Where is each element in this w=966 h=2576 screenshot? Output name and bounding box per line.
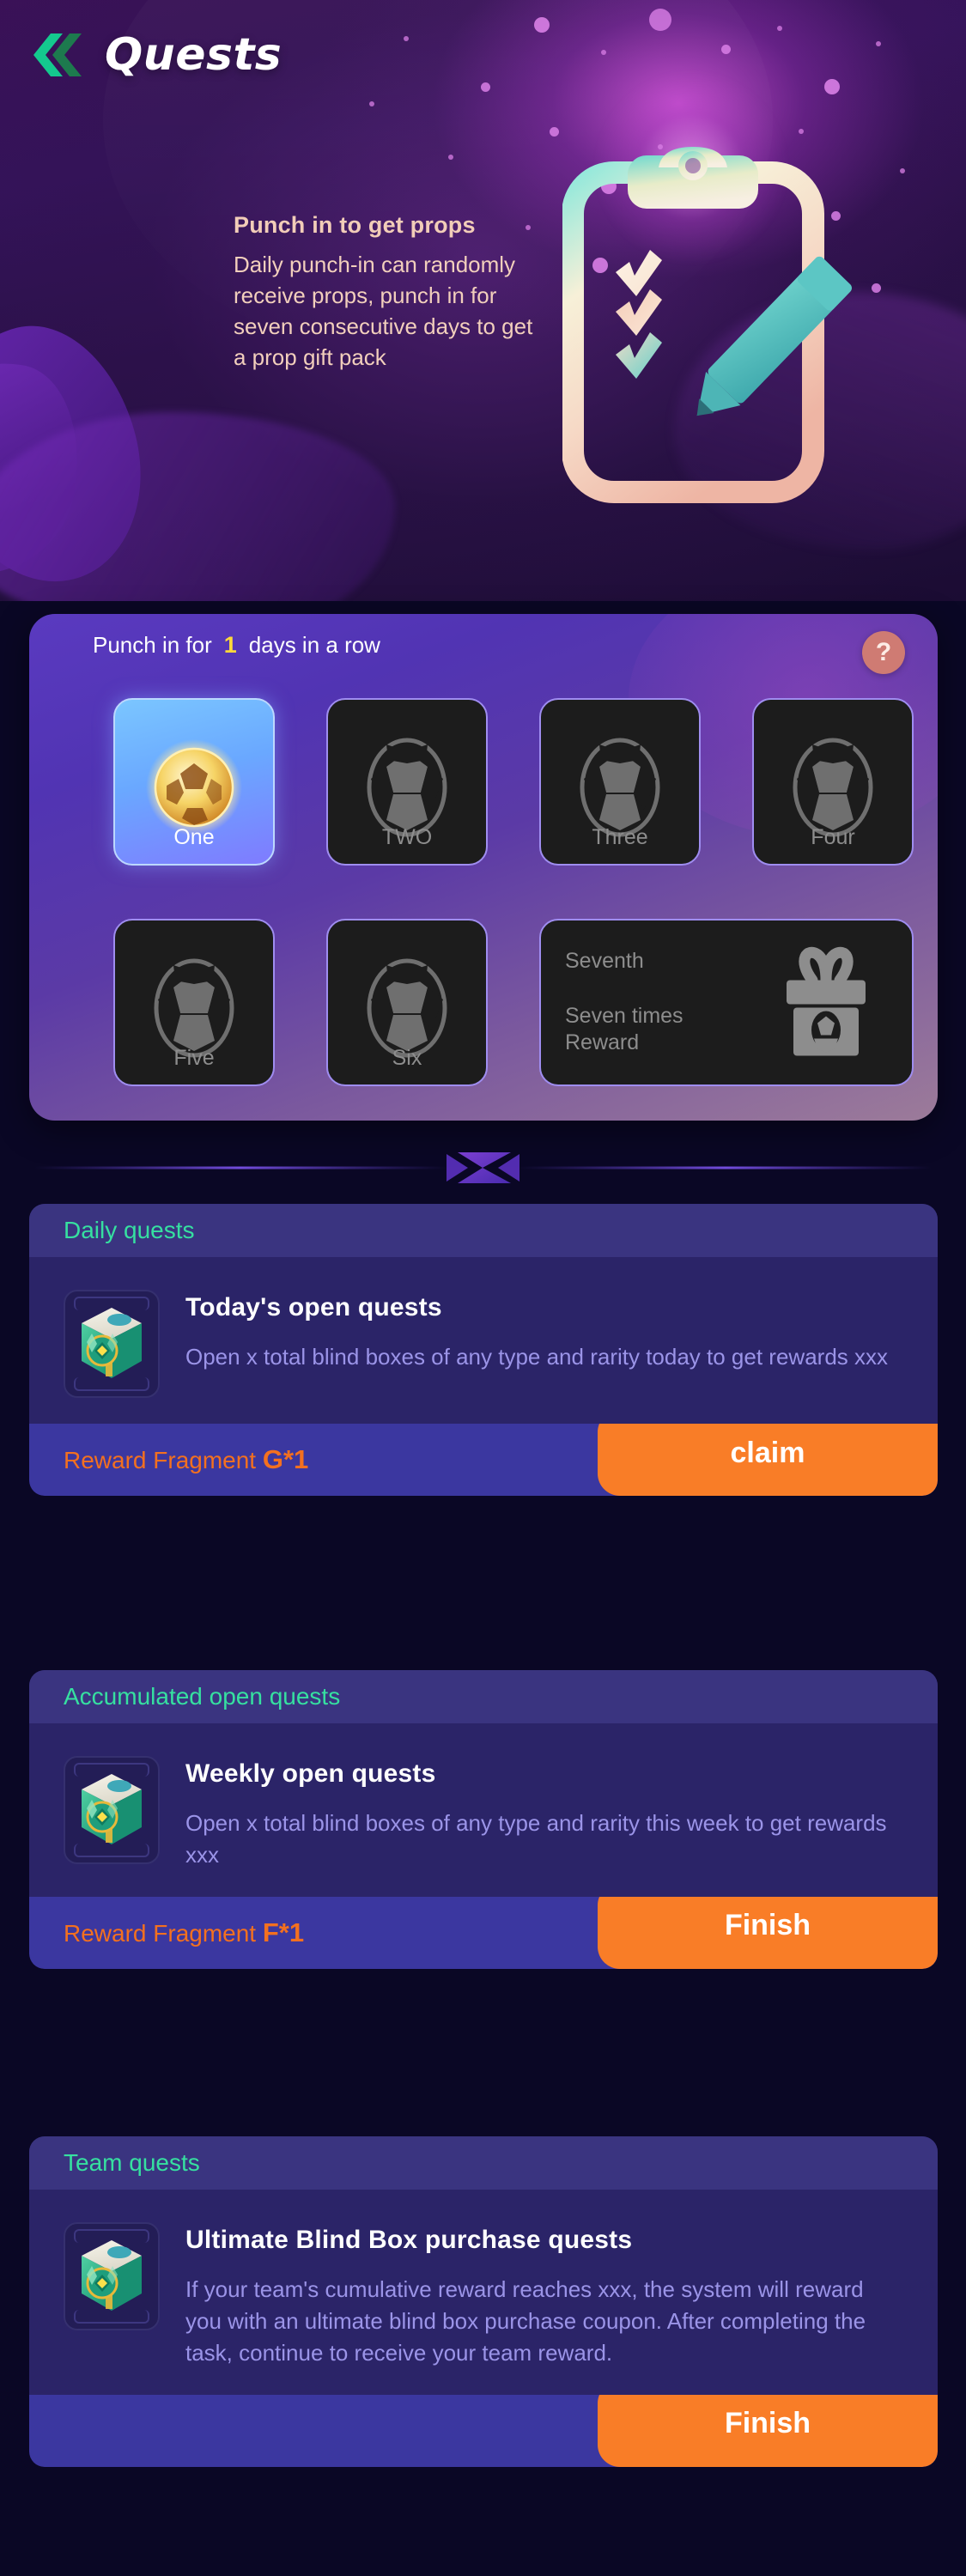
quest-section-daily: Daily quests Today's open quests Open x …	[29, 1204, 938, 1496]
quest-reward-bar: Reward Fragment G*1 claim	[29, 1424, 938, 1496]
quest-reward-label: Reward Fragment G*1	[29, 1444, 308, 1475]
quest-section-accumulated: Accumulated open quests Weekly open ques…	[29, 1670, 938, 1969]
bokeh-dot	[448, 155, 453, 160]
finish-button[interactable]: Finish	[598, 2394, 938, 2467]
blind-box-icon	[82, 1774, 142, 1844]
day-card-six[interactable]: Six	[326, 919, 488, 1086]
day-label: Four	[811, 825, 855, 849]
quest-section-team: Team quests Ultimate Blind Box purchase …	[29, 2136, 938, 2467]
punch-in-count: 1	[223, 631, 237, 658]
quest-reward-label: Reward Fragment F*1	[29, 1917, 304, 1948]
quest-title: Ultimate Blind Box purchase quests	[185, 2226, 633, 2254]
seventh-subtitle: Seven times Reward	[565, 1003, 683, 1057]
blind-box-icon	[82, 2240, 142, 2311]
quest-title: Weekly open quests	[185, 1759, 436, 1788]
day-label: Five	[173, 1046, 215, 1070]
quest-text: Today's open quests Open x total blind b…	[185, 1290, 903, 1398]
seventh-subtitle-line2: Reward	[565, 1030, 640, 1054]
quest-description: Open x total blind boxes of any type and…	[185, 1344, 888, 1370]
seventh-title: Seventh	[565, 948, 644, 973]
quest-description: Open x total blind boxes of any type and…	[185, 1810, 887, 1868]
reward-value-text: F*1	[262, 1917, 305, 1947]
punch-in-day-grid: One TWO Three Four Five Six Seventh Seve…	[113, 698, 914, 1086]
bokeh-dot	[799, 129, 804, 134]
promo-title: Punch in to get props	[234, 212, 476, 238]
punch-in-status: Punch in for 1 days in a row	[93, 632, 380, 659]
bokeh-dot	[721, 45, 731, 54]
quest-icon-frame	[64, 2222, 160, 2330]
seventh-subtitle-line1: Seven times	[565, 1003, 683, 1028]
back-button[interactable]	[27, 27, 82, 82]
hero-banner: Quests Punch in to get props Daily punch…	[0, 0, 966, 601]
punch-in-prefix: Punch in for	[93, 631, 212, 658]
quest-icon-frame	[64, 1756, 160, 1864]
bokeh-dot	[601, 50, 606, 55]
quest-section-title: Accumulated open quests	[64, 1683, 341, 1710]
promo-copy: Punch in to get props Daily punch-in can…	[234, 212, 543, 374]
punch-in-header: Punch in for 1 days in a row	[29, 614, 938, 676]
bokeh-dot	[900, 168, 905, 173]
punch-in-suffix: days in a row	[248, 631, 380, 658]
punch-in-panel: Punch in for 1 days in a row ? One TWO T…	[29, 614, 938, 1121]
day-label: One	[173, 825, 215, 849]
quest-body: Weekly open quests Open x total blind bo…	[29, 1723, 938, 1871]
quest-description: If your team's cumulative reward reaches…	[185, 2276, 866, 2366]
clipboard-illustration	[562, 142, 854, 511]
quest-body: Today's open quests Open x total blind b…	[29, 1257, 938, 1398]
day-card-seventh-reward[interactable]: Seventh Seven times Reward	[539, 919, 914, 1086]
claim-button[interactable]: claim	[598, 1424, 938, 1496]
hero-wave-bottom	[0, 412, 395, 601]
quest-section-header: Team quests	[29, 2136, 938, 2190]
promo-body: Daily punch-in can randomly receive prop…	[234, 252, 533, 371]
gift-box-icon	[775, 940, 878, 1065]
day-card-five[interactable]: Five	[113, 919, 275, 1086]
seventh-reward-text: Seventh Seven times Reward	[565, 949, 683, 1057]
quest-section-title: Daily quests	[64, 1217, 195, 1243]
quest-text: Ultimate Blind Box purchase quests If yo…	[185, 2222, 903, 2369]
bokeh-dot	[872, 283, 881, 293]
quest-reward-bar: Finish	[29, 2394, 938, 2467]
quest-title: Today's open quests	[185, 1293, 442, 1321]
help-button[interactable]: ?	[862, 631, 905, 674]
quest-icon-frame	[64, 1290, 160, 1398]
bokeh-dot	[777, 26, 782, 31]
bokeh-dot	[404, 36, 409, 41]
reward-label-text: Reward Fragment	[64, 1919, 257, 1947]
question-mark-icon: ?	[875, 638, 892, 666]
quest-text: Weekly open quests Open x total blind bo…	[185, 1756, 903, 1871]
page-title: Quests	[105, 29, 283, 81]
bokeh-dot	[876, 41, 881, 46]
bokeh-dot	[649, 9, 671, 31]
bokeh-dot	[824, 79, 840, 94]
bokeh-dot	[369, 101, 374, 106]
clipboard-with-pencil-icon	[562, 147, 852, 503]
quest-reward-bar: Reward Fragment F*1 Finish	[29, 1896, 938, 1969]
bowtie-ornament-icon	[34, 1152, 932, 1183]
double-chevron-left-icon	[33, 33, 82, 76]
reward-value-text: G*1	[262, 1444, 309, 1474]
day-card-two[interactable]: TWO	[326, 698, 488, 866]
day-card-four[interactable]: Four	[752, 698, 914, 866]
bokeh-dot	[481, 82, 490, 92]
section-divider	[0, 1142, 966, 1194]
quest-body: Ultimate Blind Box purchase quests If yo…	[29, 2190, 938, 2369]
blind-box-icon	[82, 1308, 142, 1378]
reward-label-text: Reward Fragment	[64, 1447, 257, 1473]
day-card-one[interactable]: One	[113, 698, 275, 866]
day-card-three[interactable]: Three	[539, 698, 701, 866]
quest-section-header: Accumulated open quests	[29, 1670, 938, 1723]
day-label: TWO	[381, 825, 433, 849]
day-label: Six	[392, 1046, 422, 1070]
bokeh-dot	[550, 127, 559, 137]
quest-section-header: Daily quests	[29, 1204, 938, 1257]
bokeh-dot	[534, 17, 550, 33]
finish-button[interactable]: Finish	[598, 1896, 938, 1969]
day-label: Three	[592, 825, 648, 849]
quest-section-title: Team quests	[64, 2149, 200, 2176]
